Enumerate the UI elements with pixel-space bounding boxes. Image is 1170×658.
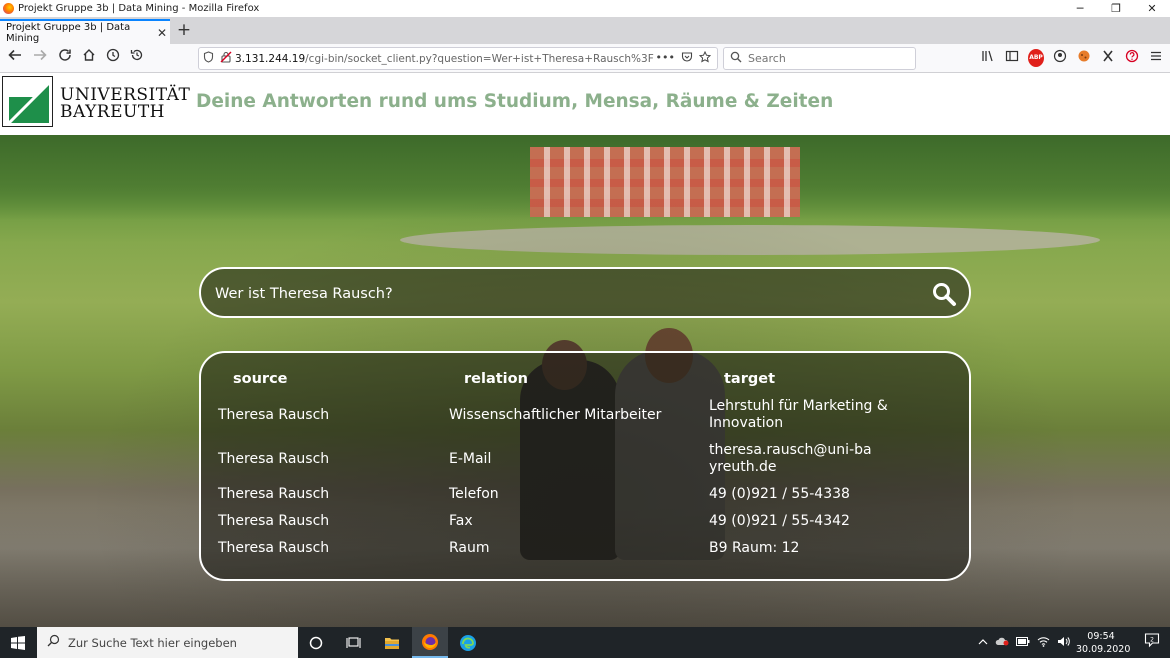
search-icon <box>730 51 742 66</box>
windows-taskbar: Zur Suche Text hier eingeben 09:54 30.09… <box>0 627 1170 658</box>
result-target: Lehrstuhl für Marketing & Innovation <box>709 398 888 431</box>
insecure-lock-icon[interactable] <box>217 51 235 66</box>
university-logo-text: UNIVERSITÄT BAYREUTH <box>60 87 190 121</box>
tab-close-icon[interactable]: ✕ <box>154 26 170 40</box>
column-header-source: source <box>233 371 288 387</box>
firefox-logo-icon <box>3 3 14 14</box>
back-arrow-icon[interactable] <box>5 48 25 68</box>
results-panel: source relation target Theresa Rausch Wi… <box>199 351 971 581</box>
taskbar-search-placeholder: Zur Suche Text hier eingeben <box>68 635 237 650</box>
window-controls: ─ ❐ ✕ <box>1062 0 1170 17</box>
onedrive-icon[interactable] <box>995 636 1009 649</box>
clock-date: 30.09.2020 <box>1076 644 1131 655</box>
task-view-icon[interactable] <box>335 627 371 658</box>
help-icon[interactable] <box>1124 49 1140 67</box>
browser-search-bar[interactable] <box>723 47 916 70</box>
navigation-toolbar: 3.131.244.19/cgi-bin/socket_client.py?qu… <box>0 44 1170 73</box>
taskbar-search-box[interactable]: Zur Suche Text hier eingeben <box>37 627 298 658</box>
window-title: Projekt Gruppe 3b | Data Mining - Mozill… <box>18 3 260 14</box>
cortana-icon[interactable] <box>298 627 334 658</box>
toolbar-icons: ABP <box>980 49 1164 67</box>
result-source: Theresa Rausch <box>218 513 330 529</box>
search-submit-icon[interactable] <box>931 281 957 307</box>
notification-count: 2 <box>1150 637 1154 644</box>
firefox-taskbar-icon[interactable] <box>412 627 448 658</box>
shield-icon[interactable] <box>199 51 217 66</box>
question-input[interactable] <box>215 280 895 307</box>
hamburger-menu-icon[interactable] <box>1148 49 1164 67</box>
page-actions-icon[interactable]: ••• <box>656 51 675 66</box>
forward-arrow-icon[interactable] <box>30 48 50 68</box>
result-source: Theresa Rausch <box>218 451 330 467</box>
result-target: theresa.rausch@uni-bayreuth.de <box>709 442 872 475</box>
tray-chevron-up-icon[interactable] <box>978 636 988 649</box>
file-explorer-icon[interactable] <box>374 627 410 658</box>
result-target: 49 (0)921 / 55-4338 <box>709 486 850 502</box>
reload-icon[interactable] <box>55 48 75 68</box>
result-relation: E-Mail <box>449 451 492 467</box>
tab-label: Projekt Gruppe 3b | Data Mining <box>6 21 131 44</box>
history-clock-icon[interactable] <box>103 48 123 68</box>
logo-line-2: BAYREUTH <box>60 102 166 122</box>
clock-time: 09:54 <box>1087 631 1115 642</box>
extension-x-icon[interactable] <box>1100 49 1116 67</box>
result-source: Theresa Rausch <box>218 407 330 423</box>
restore-button[interactable]: ❐ <box>1098 0 1134 17</box>
result-source: Theresa Rausch <box>218 486 330 502</box>
pocket-icon[interactable] <box>681 51 693 66</box>
edge-browser-icon[interactable] <box>450 627 486 658</box>
tab-active[interactable]: Projekt Gruppe 3b | Data Mining ✕ <box>0 19 170 44</box>
close-window-button[interactable]: ✕ <box>1134 0 1170 17</box>
page-header: UNIVERSITÄT BAYREUTH Deine Antworten run… <box>0 73 1170 135</box>
result-relation: Wissenschaftlicher Mitarbeiter <box>449 407 662 423</box>
tab-bar: Projekt Gruppe 3b | Data Mining ✕ + <box>0 17 1170 44</box>
result-relation: Raum <box>449 540 490 556</box>
system-clock[interactable]: 09:54 30.09.2020 <box>1076 630 1131 656</box>
window-titlebar: Projekt Gruppe 3b | Data Mining - Mozill… <box>0 0 1170 17</box>
notifications-icon[interactable]: 2 <box>1144 632 1160 652</box>
extension-cookie-icon[interactable] <box>1076 49 1092 67</box>
adblock-plus-icon[interactable]: ABP <box>1028 49 1044 67</box>
url-text[interactable]: 3.131.244.19/cgi-bin/socket_client.py?qu… <box>235 53 656 65</box>
browser-search-input[interactable] <box>748 52 898 65</box>
result-relation: Telefon <box>449 486 499 502</box>
library-icon[interactable] <box>980 49 996 67</box>
address-bar[interactable]: 3.131.244.19/cgi-bin/socket_client.py?qu… <box>198 47 718 70</box>
url-path: /cgi-bin/socket_client.py?question=Wer+i… <box>305 52 654 65</box>
wifi-icon[interactable] <box>1037 636 1050 650</box>
bookmark-star-icon[interactable] <box>698 50 712 66</box>
sidebar-icon[interactable] <box>1004 49 1020 67</box>
column-header-target: target <box>724 371 776 387</box>
page-tagline: Deine Antworten rund ums Studium, Mensa,… <box>196 91 834 112</box>
university-logo[interactable] <box>2 76 53 127</box>
result-target: 49 (0)921 / 55-4342 <box>709 513 850 529</box>
account-icon[interactable] <box>1052 49 1068 67</box>
restore-session-icon[interactable] <box>127 48 147 68</box>
result-target: B9 Raum: 12 <box>709 540 800 556</box>
system-tray <box>978 627 1070 658</box>
minimize-button[interactable]: ─ <box>1062 0 1098 17</box>
taskbar-search-icon <box>47 634 60 651</box>
new-tab-button[interactable]: + <box>174 19 194 41</box>
url-host: 3.131.244.19 <box>235 52 306 65</box>
question-search-box <box>199 267 971 318</box>
result-source: Theresa Rausch <box>218 540 330 556</box>
windows-start-icon[interactable] <box>0 627 36 658</box>
column-header-relation: relation <box>464 371 528 387</box>
volume-icon[interactable] <box>1057 636 1070 650</box>
battery-icon[interactable] <box>1016 636 1030 649</box>
result-relation: Fax <box>449 513 473 529</box>
home-icon[interactable] <box>79 48 99 68</box>
